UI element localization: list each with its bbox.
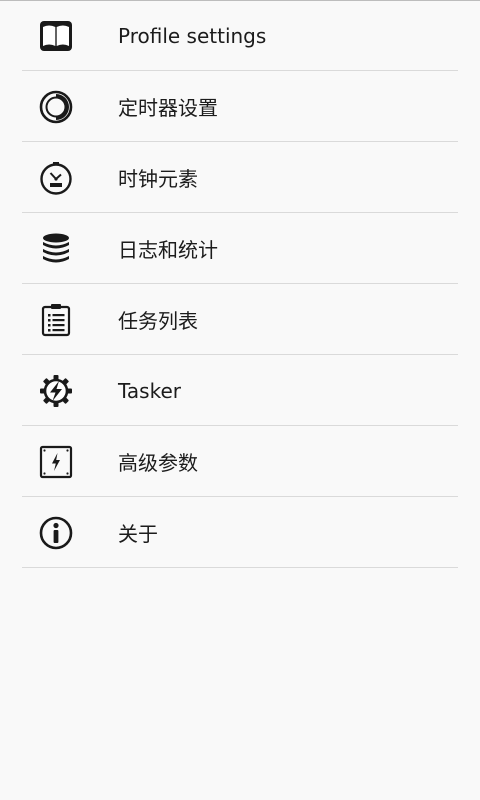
menu-item-label: 时钟元素	[118, 167, 198, 191]
timer-icon	[38, 89, 74, 125]
settings-menu: Profile settings 定时器设置 时钟元素 日志和统计 任务列表 T…	[0, 0, 480, 568]
menu-item-about[interactable]: 关于	[0, 497, 480, 568]
menu-item-advanced-parameters[interactable]: 高级参数	[0, 426, 480, 497]
menu-item-label: 日志和统计	[118, 238, 218, 262]
menu-item-timer-settings[interactable]: 定时器设置	[0, 71, 480, 142]
menu-item-label: 任务列表	[118, 309, 198, 333]
menu-item-label: 高级参数	[118, 451, 198, 475]
menu-item-task-list[interactable]: 任务列表	[0, 284, 480, 355]
tasker-gear-icon	[38, 373, 74, 409]
menu-item-clock-elements[interactable]: 时钟元素	[0, 142, 480, 213]
power-panel-icon	[38, 444, 74, 480]
menu-item-label: Profile settings	[118, 23, 267, 48]
book-icon	[38, 18, 74, 54]
menu-item-tasker[interactable]: Tasker	[0, 355, 480, 426]
menu-item-profile-settings[interactable]: Profile settings	[0, 0, 480, 71]
clipboard-list-icon	[38, 302, 74, 338]
menu-item-logs-statistics[interactable]: 日志和统计	[0, 213, 480, 284]
info-icon	[38, 515, 74, 551]
menu-item-label: Tasker	[118, 378, 181, 403]
database-icon	[38, 231, 74, 267]
menu-item-label: 关于	[118, 522, 158, 546]
clock-icon	[38, 160, 74, 196]
menu-item-label: 定时器设置	[118, 96, 218, 120]
